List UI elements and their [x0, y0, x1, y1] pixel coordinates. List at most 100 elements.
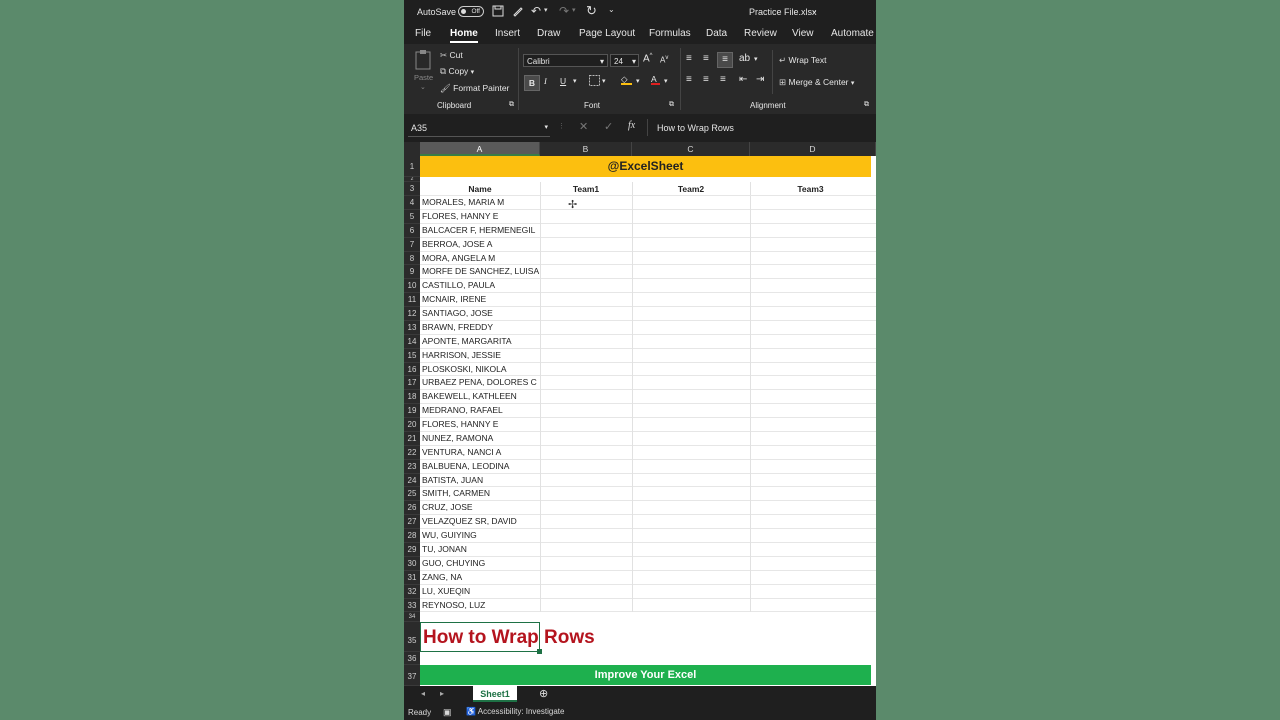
name-cell[interactable]: BAKEWELL, KATHLEEN [422, 390, 540, 404]
underline-dropdown-icon[interactable]: ▾ [573, 77, 577, 85]
name-cell[interactable]: BERROA, JOSE A [422, 238, 540, 252]
row-header[interactable]: 34 [404, 612, 420, 622]
fill-handle[interactable] [537, 649, 542, 654]
fill-color-icon[interactable]: ◇ [621, 74, 632, 85]
macro-record-icon[interactable]: ▣ [443, 707, 452, 718]
name-cell[interactable]: PLOSKOSKI, NIKOLA [422, 363, 540, 377]
row-header[interactable]: 30 [404, 556, 420, 571]
undo-dropdown-icon[interactable]: ▾ [544, 6, 548, 14]
row-header[interactable]: 37 [404, 665, 420, 686]
cancel-icon[interactable]: ✕ [579, 120, 588, 133]
merge-dropdown-icon[interactable]: ▾ [851, 80, 855, 87]
tab-automate[interactable]: Automate [831, 28, 874, 39]
name-cell[interactable]: VELAZQUEZ SR, DAVID [422, 515, 540, 529]
draw-pen-icon[interactable] [512, 5, 524, 19]
header-team2[interactable]: Team2 [632, 182, 750, 196]
prev-sheet-icon[interactable]: ◂ [421, 689, 425, 698]
row-header[interactable]: 16 [404, 362, 420, 377]
row-header[interactable]: 5 [404, 209, 420, 224]
font-color-dropdown-icon[interactable]: ▾ [664, 77, 668, 85]
header-team1[interactable]: Team1 [540, 182, 632, 196]
row-header[interactable]: 9 [404, 265, 420, 280]
merge-center-button[interactable]: ⊞ Merge & Center ▾ [779, 77, 854, 88]
row-header[interactable]: 24 [404, 473, 420, 488]
name-cell[interactable]: NUNEZ, RAMONA [422, 432, 540, 446]
worksheet-grid[interactable]: A B C D 1 @ExcelSheet 2 3 Name Team1 Tea… [404, 142, 876, 686]
name-cell[interactable]: ZANG, NA [422, 571, 540, 585]
font-size-select[interactable]: 24 ▾ [610, 54, 639, 67]
row-header[interactable]: 3 [404, 182, 420, 196]
tab-view[interactable]: View [792, 28, 814, 39]
sheet-tab-sheet1[interactable]: Sheet1 [473, 686, 517, 702]
name-cell[interactable]: MORA, ANGELA M [422, 252, 540, 266]
name-cell[interactable]: BALBUENA, LEODINA [422, 460, 540, 474]
refresh-icon[interactable]: ↻ [586, 3, 597, 19]
name-cell[interactable]: VENTURA, NANCI A [422, 446, 540, 460]
name-cell[interactable]: APONTE, MARGARITA [422, 335, 540, 349]
font-launcher-icon[interactable]: ⧉ [669, 101, 674, 109]
tab-review[interactable]: Review [744, 28, 777, 39]
name-cell[interactable]: LU, XUEQIN [422, 585, 540, 599]
row-header[interactable]: 7 [404, 237, 420, 252]
name-cell[interactable]: GUO, CHUYING [422, 557, 540, 571]
name-cell[interactable]: FLORES, HANNY E [422, 210, 540, 224]
name-cell[interactable]: BRAWN, FREDDY [422, 321, 540, 335]
wrap-text-button[interactable]: ↵ Wrap Text [779, 55, 826, 66]
add-sheet-icon[interactable]: ⊕ [539, 687, 548, 700]
tab-data[interactable]: Data [706, 28, 727, 39]
row-header[interactable]: 11 [404, 293, 420, 308]
align-top-icon[interactable]: ≡ [686, 53, 692, 64]
row-header[interactable]: 18 [404, 390, 420, 405]
bold-button[interactable]: B [524, 75, 540, 91]
decrease-font-icon[interactable]: Av [660, 55, 668, 65]
align-left-icon[interactable]: ≡ [686, 74, 692, 85]
font-color-icon[interactable]: A [651, 74, 660, 85]
row-header[interactable]: 10 [404, 279, 420, 294]
borders-dropdown-icon[interactable]: ▾ [602, 77, 606, 85]
paste-button[interactable] [413, 49, 433, 73]
row-header[interactable]: 8 [404, 251, 420, 266]
alignment-launcher-icon[interactable]: ⧉ [864, 101, 869, 109]
name-cell[interactable]: CRUZ, JOSE [422, 501, 540, 515]
name-cell[interactable]: MORFE DE SANCHEZ, LUISA [422, 265, 540, 279]
file-name[interactable]: Practice File.xlsx [749, 7, 817, 17]
row-header[interactable]: 26 [404, 501, 420, 516]
next-sheet-icon[interactable]: ▸ [440, 689, 444, 698]
name-cell[interactable]: BALCACER F, HERMENEGIL [422, 224, 540, 238]
footer-banner[interactable]: Improve Your Excel [420, 665, 871, 685]
name-cell[interactable]: WU, GUIYING [422, 529, 540, 543]
title-banner[interactable]: @ExcelSheet [420, 156, 871, 177]
name-cell[interactable]: FLORES, HANNY E [422, 418, 540, 432]
row-header[interactable]: 15 [404, 348, 420, 363]
header-name[interactable]: Name [420, 182, 540, 196]
row-header[interactable]: 28 [404, 529, 420, 543]
autosave-toggle[interactable]: Off [458, 6, 484, 17]
row-header[interactable]: 27 [404, 515, 420, 530]
row-header[interactable]: 17 [404, 376, 420, 391]
row-header[interactable]: 23 [404, 459, 420, 474]
format-painter-button[interactable]: 🖌 Format Painter [440, 83, 509, 94]
name-cell[interactable]: SANTIAGO, JOSE [422, 307, 540, 321]
tab-formulas[interactable]: Formulas [649, 28, 691, 39]
align-right-icon[interactable]: ≡ [720, 74, 726, 85]
row-header[interactable]: 25 [404, 487, 420, 502]
align-middle-icon[interactable]: ≡ [703, 53, 709, 64]
name-cell[interactable]: TU, JONAN [422, 543, 540, 557]
italic-button[interactable]: I [544, 76, 547, 86]
column-header-c[interactable]: C [632, 142, 750, 156]
decrease-indent-icon[interactable]: ⇤ [739, 74, 747, 85]
name-cell[interactable]: MEDRANO, RAFAEL [422, 404, 540, 418]
name-cell[interactable]: CASTILLO, PAULA [422, 279, 540, 293]
row-header[interactable]: 6 [404, 223, 420, 238]
accessibility-button[interactable]: ♿ Accessibility: Investigate [466, 707, 564, 716]
tab-file[interactable]: File [415, 28, 431, 39]
orientation-icon[interactable]: ab [739, 53, 750, 64]
redo-dropdown-icon[interactable]: ▾ [572, 6, 576, 14]
row-header[interactable]: 35 [404, 622, 420, 652]
row-header[interactable]: 12 [404, 307, 420, 321]
header-team3[interactable]: Team3 [750, 182, 871, 196]
fill-color-dropdown-icon[interactable]: ▾ [636, 77, 640, 85]
name-cell[interactable]: URBAEZ PENA, DOLORES C [422, 376, 540, 390]
name-cell[interactable]: REYNOSO, LUZ [422, 599, 540, 613]
row-header[interactable]: 32 [404, 584, 420, 599]
